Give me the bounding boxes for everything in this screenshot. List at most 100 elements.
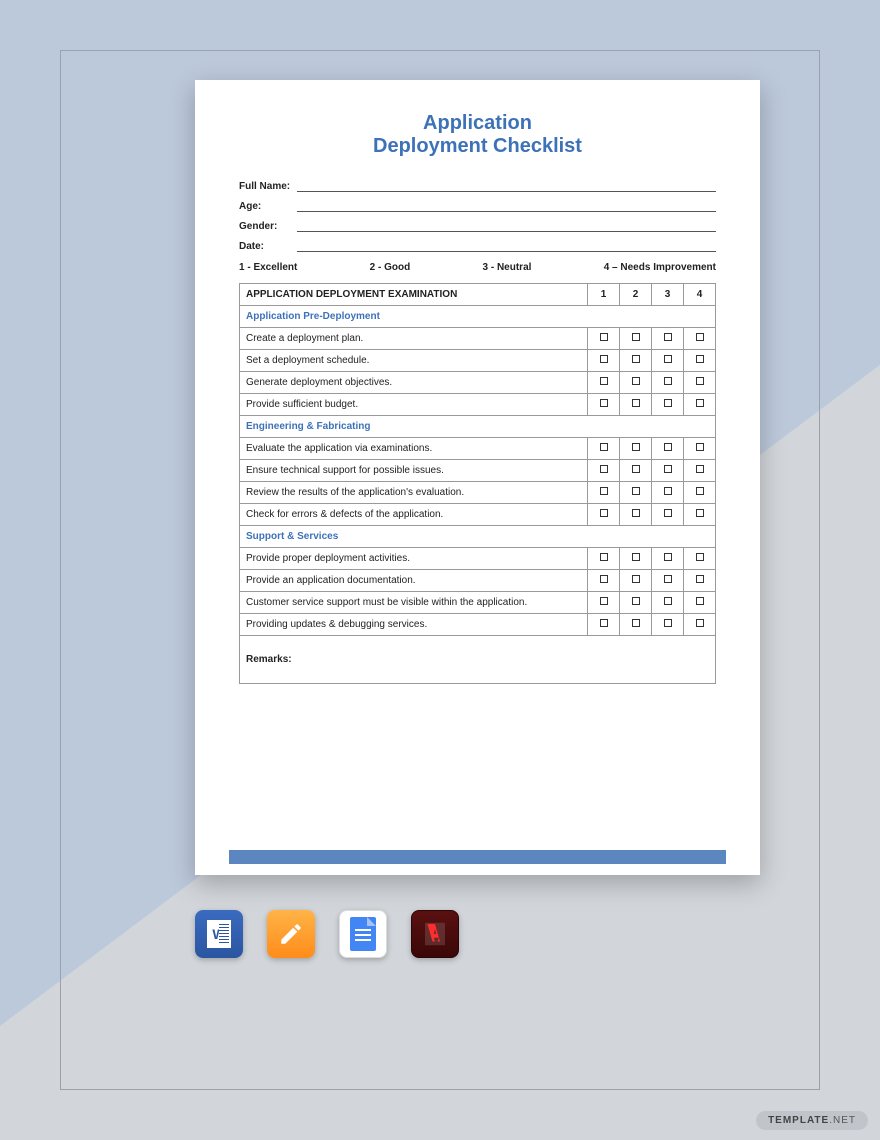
checkbox-icon	[664, 619, 672, 627]
checkbox-cell[interactable]	[620, 460, 652, 482]
table-header: APPLICATION DEPLOYMENT EXAMINATION	[240, 284, 588, 306]
pdf-icon[interactable]	[411, 910, 459, 958]
checkbox-cell[interactable]	[652, 614, 684, 636]
checkbox-cell[interactable]	[620, 394, 652, 416]
section-label: Application Pre-Deployment	[240, 306, 716, 328]
checkbox-icon	[600, 553, 608, 561]
checkbox-icon	[696, 377, 704, 385]
checkbox-cell[interactable]	[652, 460, 684, 482]
checkbox-cell[interactable]	[684, 548, 716, 570]
checkbox-cell[interactable]	[652, 372, 684, 394]
checkbox-cell[interactable]	[652, 592, 684, 614]
checkbox-cell[interactable]	[588, 614, 620, 636]
remarks-label[interactable]: Remarks:	[240, 636, 716, 684]
google-docs-icon[interactable]	[339, 910, 387, 958]
col-2: 2	[620, 284, 652, 306]
scale-4: 4 – Needs Improvement	[604, 262, 716, 273]
label-gender: Gender:	[239, 221, 297, 232]
checkbox-icon	[696, 465, 704, 473]
checkbox-cell[interactable]	[652, 350, 684, 372]
checkbox-cell[interactable]	[684, 592, 716, 614]
section-support: Support & Services	[240, 526, 716, 548]
checkbox-cell[interactable]	[652, 570, 684, 592]
table-row: Customer service support must be visible…	[240, 592, 716, 614]
checkbox-icon	[664, 355, 672, 363]
checkbox-cell[interactable]	[588, 328, 620, 350]
checkbox-cell[interactable]	[588, 350, 620, 372]
row-text: Provide sufficient budget.	[240, 394, 588, 416]
checkbox-icon	[600, 465, 608, 473]
document-page: Application Deployment Checklist Full Na…	[195, 80, 760, 875]
checkbox-icon	[632, 487, 640, 495]
table-header-row: APPLICATION DEPLOYMENT EXAMINATION 1 2 3…	[240, 284, 716, 306]
checkbox-cell[interactable]	[684, 570, 716, 592]
checkbox-icon	[664, 333, 672, 341]
row-text: Customer service support must be visible…	[240, 592, 588, 614]
field-full-name: Full Name:	[239, 172, 716, 192]
checkbox-cell[interactable]	[652, 482, 684, 504]
checkbox-cell[interactable]	[620, 328, 652, 350]
input-line[interactable]	[297, 218, 716, 232]
checkbox-cell[interactable]	[620, 350, 652, 372]
checkbox-cell[interactable]	[620, 548, 652, 570]
checkbox-cell[interactable]	[588, 394, 620, 416]
checkbox-cell[interactable]	[652, 394, 684, 416]
table-row: Provide proper deployment activities.	[240, 548, 716, 570]
checkbox-cell[interactable]	[652, 548, 684, 570]
checkbox-cell[interactable]	[620, 372, 652, 394]
checkbox-cell[interactable]	[652, 438, 684, 460]
checkbox-cell[interactable]	[588, 592, 620, 614]
title-line-1: Application	[423, 112, 532, 134]
remarks-row: Remarks:	[240, 636, 716, 684]
checkbox-cell[interactable]	[588, 570, 620, 592]
checkbox-icon	[696, 553, 704, 561]
checkbox-icon	[600, 355, 608, 363]
checkbox-icon	[664, 487, 672, 495]
row-text: Create a deployment plan.	[240, 328, 588, 350]
checkbox-cell[interactable]	[588, 482, 620, 504]
checkbox-cell[interactable]	[588, 438, 620, 460]
checkbox-icon	[600, 487, 608, 495]
checkbox-cell[interactable]	[684, 394, 716, 416]
label-age: Age:	[239, 201, 297, 212]
checkbox-cell[interactable]	[684, 460, 716, 482]
checkbox-icon	[632, 509, 640, 517]
checkbox-icon	[632, 333, 640, 341]
checkbox-cell[interactable]	[588, 372, 620, 394]
checkbox-cell[interactable]	[620, 504, 652, 526]
input-line[interactable]	[297, 238, 716, 252]
checkbox-cell[interactable]	[620, 438, 652, 460]
checkbox-icon	[664, 553, 672, 561]
checkbox-cell[interactable]	[588, 504, 620, 526]
checkbox-cell[interactable]	[652, 328, 684, 350]
checkbox-icon	[632, 443, 640, 451]
checkbox-cell[interactable]	[588, 460, 620, 482]
checkbox-cell[interactable]	[620, 570, 652, 592]
table-row: Provide an application documentation.	[240, 570, 716, 592]
checkbox-cell[interactable]	[684, 438, 716, 460]
checkbox-cell[interactable]	[684, 328, 716, 350]
checkbox-icon	[696, 443, 704, 451]
checkbox-cell[interactable]	[684, 614, 716, 636]
checkbox-cell[interactable]	[588, 548, 620, 570]
adobe-icon	[420, 919, 450, 949]
input-line[interactable]	[297, 178, 716, 192]
checkbox-cell[interactable]	[684, 482, 716, 504]
input-line[interactable]	[297, 198, 716, 212]
checkbox-cell[interactable]	[620, 614, 652, 636]
row-text: Generate deployment objectives.	[240, 372, 588, 394]
checkbox-icon	[664, 399, 672, 407]
checkbox-icon	[632, 377, 640, 385]
checkbox-cell[interactable]	[684, 372, 716, 394]
rating-scale-legend: 1 - Excellent 2 - Good 3 - Neutral 4 – N…	[239, 262, 716, 273]
section-label: Engineering & Fabricating	[240, 416, 716, 438]
checkbox-cell[interactable]	[620, 482, 652, 504]
checkbox-icon	[600, 575, 608, 583]
pages-icon[interactable]	[267, 910, 315, 958]
checkbox-icon	[632, 355, 640, 363]
word-icon[interactable]: W	[195, 910, 243, 958]
checkbox-cell[interactable]	[684, 504, 716, 526]
checkbox-cell[interactable]	[620, 592, 652, 614]
checkbox-cell[interactable]	[652, 504, 684, 526]
checkbox-cell[interactable]	[684, 350, 716, 372]
